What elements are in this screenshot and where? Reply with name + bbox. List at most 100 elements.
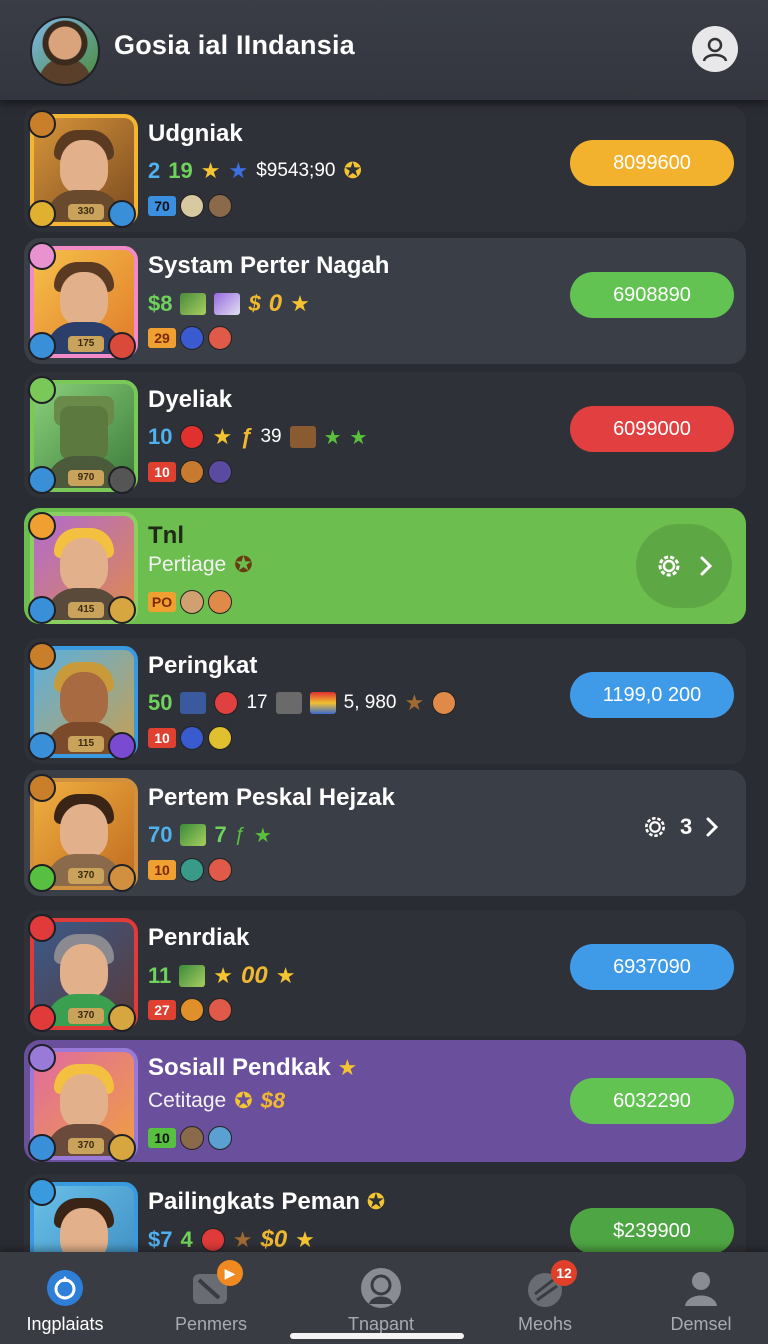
score-button[interactable]: 6937090 [570, 944, 734, 990]
score-button[interactable]: 1199,0 200 [570, 672, 734, 718]
paw-icon [108, 732, 136, 760]
player-name: Penrdiak [148, 924, 250, 951]
gear-count: 3 [680, 814, 693, 839]
tab-profile[interactable]: Tnapant [316, 1258, 446, 1338]
player-badges: 29 [148, 326, 232, 350]
list-item[interactable]: 115 Peringkat 50 17 5, 980 ★ 10 1199,0 2… [24, 638, 746, 764]
player-name-text: Pailingkats Peman [148, 1188, 361, 1215]
edit-icon [28, 1178, 56, 1206]
stat-value: 2 [148, 158, 161, 183]
tab-messages[interactable]: 12 Meohs [480, 1258, 610, 1338]
bottom-tab-bar: Ingplaiats ▶ Penmers Tnapant 12 Meohs De… [0, 1252, 768, 1344]
item-icon [180, 425, 205, 449]
rank-badge: 10 [148, 1128, 176, 1148]
list-item[interactable]: 175 Systam Perter Nagah $8 $ 0 ★ 29 6908… [24, 238, 746, 364]
gear-icon[interactable] [654, 551, 684, 581]
score-button[interactable]: $239900 [570, 1208, 734, 1252]
player-subtitle-row: Cetitage ✪ $8 [148, 1088, 285, 1114]
player-name: Tnl [148, 522, 184, 549]
tab-members[interactable]: ▶ Penmers [146, 1258, 276, 1338]
stat-value: 7 [214, 822, 227, 847]
stat-value: $9543;90 [256, 160, 336, 181]
user-icon [702, 37, 728, 62]
stat-value: 50 [148, 690, 173, 715]
compass-icon [108, 1134, 136, 1162]
star-badge-icon: ✪ [343, 158, 362, 183]
gear-icon [108, 466, 136, 494]
green-star-icon: ★ [323, 426, 342, 449]
card-icon [275, 692, 302, 714]
card-icon [214, 293, 241, 315]
item-icon [208, 858, 232, 882]
notification-count: 12 [551, 1260, 577, 1286]
stat-value: 5, 980 [343, 692, 397, 713]
blue-star-icon: ★ [228, 158, 249, 183]
portrait-level: 970 [68, 470, 104, 486]
tab-home[interactable]: Ingplaiats [0, 1258, 130, 1338]
player-badges: 10 [148, 1126, 232, 1150]
bolt-icon: $ [248, 291, 261, 316]
player-name: Pailingkats Peman ✪ [148, 1188, 385, 1216]
rank-badge: 29 [148, 328, 176, 348]
home-indicator[interactable] [290, 1333, 464, 1339]
stat-value: $0 [260, 1226, 288, 1252]
list-item[interactable]: 370 Penrdiak 11 ★ 00 ★ 27 6937090 [24, 910, 746, 1036]
books-icon [309, 692, 336, 714]
shield-icon [108, 200, 136, 228]
portrait-level: 370 [68, 1138, 104, 1154]
stat-value: $7 [148, 1227, 173, 1252]
star-icon: ★ [337, 1055, 358, 1080]
score-button[interactable]: 6908890 [570, 272, 734, 318]
player-badges: 70 [148, 194, 232, 218]
item-icon [208, 194, 232, 218]
score-button[interactable]: 8099600 [570, 140, 734, 186]
portrait-level: 115 [68, 736, 104, 752]
item-icon [180, 1126, 204, 1150]
messages-icon: 12 [523, 1260, 577, 1310]
item-icon [180, 590, 204, 614]
list-item[interactable]: 370 Pertem Peskal Hejzak 70 7 ƒ ★ 10 3 [24, 770, 746, 896]
tab-person[interactable]: Demsel [636, 1258, 766, 1338]
home-icon [43, 1266, 87, 1310]
rank-badge: 70 [148, 196, 176, 216]
star-icon: ★ [290, 291, 310, 316]
user-avatar[interactable] [30, 16, 100, 86]
tab-label: Meohs [517, 1314, 573, 1334]
settings-control[interactable] [636, 524, 732, 608]
item-icon [432, 691, 457, 715]
chevron-right-icon[interactable] [704, 815, 720, 839]
sword-icon [28, 1004, 56, 1032]
compass-icon [108, 864, 136, 892]
list-item-current-user[interactable]: 415 Tnl Pertiage ✪ PO [24, 508, 746, 624]
card-icon [180, 692, 207, 714]
coin-icon: 0 [268, 290, 283, 317]
card-icon [180, 293, 207, 315]
rank-badge: 10 [148, 462, 176, 482]
card-icon [180, 824, 207, 846]
chevron-right-icon[interactable] [698, 554, 714, 578]
stat-value: 10 [148, 424, 173, 449]
check-icon [28, 864, 56, 892]
gear-icon[interactable] [642, 814, 668, 840]
score-button[interactable]: 6032290 [570, 1078, 734, 1124]
edit-icon [28, 914, 56, 942]
item-icon [200, 1228, 225, 1252]
list-item[interactable]: 330 Udgniak 2 19 ★ ★ $9543;90 ✪ 70 80996… [24, 106, 746, 232]
list-item-highlight[interactable]: 370 Sosiall Pendkak ★ Cetitage ✪ $8 10 6… [24, 1040, 746, 1162]
player-subtitle-row: Pertiage ✪ [148, 552, 253, 578]
app-header: Gosia ial IIndansia [0, 0, 768, 100]
score-button[interactable]: 6099000 [570, 406, 734, 452]
edit-icon [28, 512, 56, 540]
item-icon [208, 1126, 232, 1150]
item-icon [208, 326, 232, 350]
profile-button[interactable] [692, 26, 738, 72]
settings-control[interactable]: 3 [642, 814, 720, 840]
star-badge-icon: ✪ [366, 1189, 386, 1214]
list-item[interactable]: Pailingkats Peman ✪ $7 4 ★ $0 ★ $239900 [24, 1174, 746, 1252]
stat-value: $8 [260, 1088, 286, 1113]
pin-icon [28, 332, 56, 360]
star-icon: ★ [404, 690, 425, 715]
list-item[interactable]: 970 Dyeliak 10 ★ ƒ 39 ★ ★ 10 6099000 [24, 372, 746, 498]
player-badges: PO [148, 590, 232, 614]
leaderboard-list[interactable]: 330 Udgniak 2 19 ★ ★ $9543;90 ✪ 70 80996… [0, 100, 768, 1252]
